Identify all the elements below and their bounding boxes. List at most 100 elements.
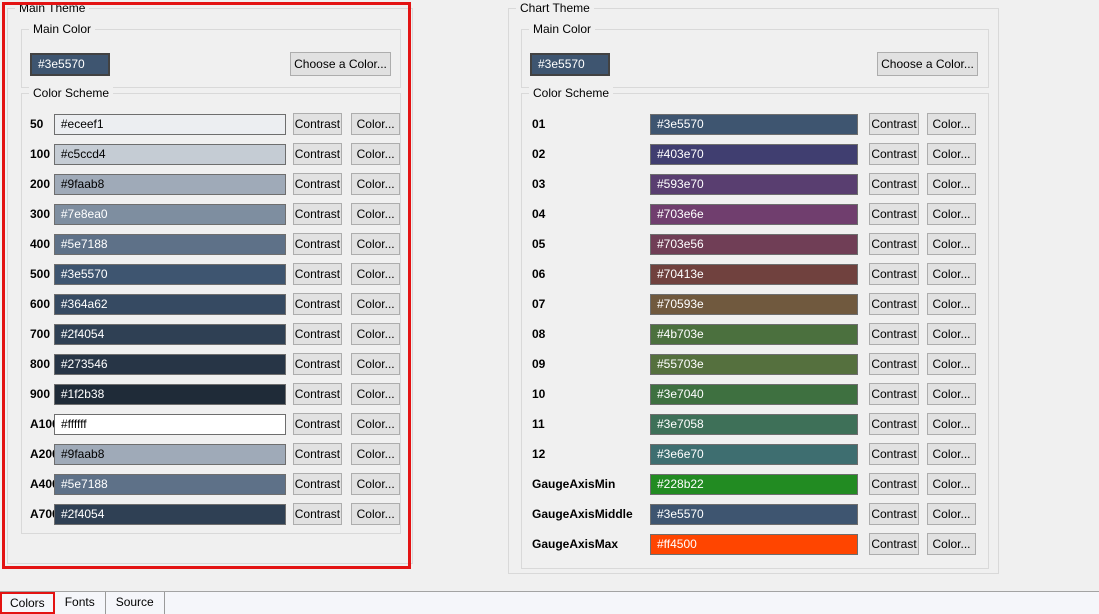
color-scheme-row: A700#2f4054ContrastColor... — [22, 499, 400, 529]
color-value-field[interactable]: #2f4054 — [54, 504, 286, 525]
contrast-button[interactable]: Contrast — [293, 443, 343, 465]
contrast-button[interactable]: Contrast — [293, 503, 343, 525]
color-button[interactable]: Color... — [351, 443, 400, 465]
contrast-button[interactable]: Contrast — [869, 473, 919, 495]
main-color-value-field[interactable]: #3e5570 — [30, 53, 110, 76]
tab-source[interactable]: Source — [106, 592, 165, 614]
color-button[interactable]: Color... — [351, 233, 400, 255]
color-scheme-row: 08#4b703eContrastColor... — [522, 319, 988, 349]
color-value-field[interactable]: #4b703e — [650, 324, 858, 345]
contrast-button[interactable]: Contrast — [869, 383, 919, 405]
contrast-button[interactable]: Contrast — [869, 413, 919, 435]
color-value-field[interactable]: #3e5570 — [650, 504, 858, 525]
color-button[interactable]: Color... — [351, 353, 400, 375]
color-button[interactable]: Color... — [927, 503, 976, 525]
color-value-field[interactable]: #3e6e70 — [650, 444, 858, 465]
contrast-button[interactable]: Contrast — [869, 203, 919, 225]
contrast-button[interactable]: Contrast — [293, 173, 343, 195]
color-button[interactable]: Color... — [927, 383, 976, 405]
contrast-button[interactable]: Contrast — [869, 443, 919, 465]
color-value-field[interactable]: #55703e — [650, 354, 858, 375]
color-button[interactable]: Color... — [351, 113, 400, 135]
color-button[interactable]: Color... — [927, 533, 976, 555]
contrast-button[interactable]: Contrast — [293, 113, 343, 135]
color-button[interactable]: Color... — [927, 473, 976, 495]
contrast-button[interactable]: Contrast — [869, 323, 919, 345]
color-button[interactable]: Color... — [351, 203, 400, 225]
color-button[interactable]: Color... — [351, 323, 400, 345]
color-value-field[interactable]: #2f4054 — [54, 324, 286, 345]
color-value-field[interactable]: #ff4500 — [650, 534, 858, 555]
color-value-field[interactable]: #7e8ea0 — [54, 204, 286, 225]
color-value-field[interactable]: #ffffff — [54, 414, 286, 435]
contrast-button[interactable]: Contrast — [869, 533, 919, 555]
color-value-field[interactable]: #3e5570 — [650, 114, 858, 135]
contrast-button[interactable]: Contrast — [869, 503, 919, 525]
color-button[interactable]: Color... — [351, 293, 400, 315]
contrast-button[interactable]: Contrast — [293, 473, 343, 495]
color-value-field[interactable]: #5e7188 — [54, 234, 286, 255]
color-value-field[interactable]: #3e7058 — [650, 414, 858, 435]
color-value-field[interactable]: #9faab8 — [54, 444, 286, 465]
color-value-field[interactable]: #593e70 — [650, 174, 858, 195]
color-button[interactable]: Color... — [927, 263, 976, 285]
color-button[interactable]: Color... — [351, 143, 400, 165]
contrast-button[interactable]: Contrast — [293, 383, 343, 405]
color-value-field[interactable]: #70413e — [650, 264, 858, 285]
color-button[interactable]: Color... — [351, 473, 400, 495]
color-scheme-row: 900#1f2b38ContrastColor... — [22, 379, 400, 409]
color-value-field[interactable]: #5e7188 — [54, 474, 286, 495]
color-button[interactable]: Color... — [927, 113, 976, 135]
color-button[interactable]: Color... — [927, 293, 976, 315]
color-button[interactable]: Color... — [927, 413, 976, 435]
color-value-field[interactable]: #eceef1 — [54, 114, 286, 135]
contrast-button[interactable]: Contrast — [869, 263, 919, 285]
color-button[interactable]: Color... — [351, 173, 400, 195]
color-value-field[interactable]: #3e5570 — [54, 264, 286, 285]
color-button[interactable]: Color... — [927, 353, 976, 375]
color-button[interactable]: Color... — [927, 203, 976, 225]
contrast-button[interactable]: Contrast — [293, 323, 343, 345]
main-color-value-field[interactable]: #3e5570 — [530, 53, 610, 76]
contrast-button[interactable]: Contrast — [293, 413, 343, 435]
contrast-button[interactable]: Contrast — [869, 353, 919, 375]
contrast-button[interactable]: Contrast — [293, 293, 343, 315]
color-value-field[interactable]: #9faab8 — [54, 174, 286, 195]
contrast-button[interactable]: Contrast — [869, 113, 919, 135]
color-button[interactable]: Color... — [351, 503, 400, 525]
color-value-field[interactable]: #228b22 — [650, 474, 858, 495]
color-value-field[interactable]: #1f2b38 — [54, 384, 286, 405]
contrast-button[interactable]: Contrast — [293, 203, 343, 225]
color-scheme-row: 600#364a62ContrastColor... — [22, 289, 400, 319]
color-value-field[interactable]: #703e56 — [650, 234, 858, 255]
color-value-field[interactable]: #70593e — [650, 294, 858, 315]
contrast-button[interactable]: Contrast — [293, 353, 343, 375]
contrast-button[interactable]: Contrast — [293, 233, 343, 255]
contrast-button[interactable]: Contrast — [869, 173, 919, 195]
color-button[interactable]: Color... — [927, 173, 976, 195]
contrast-button[interactable]: Contrast — [869, 143, 919, 165]
color-value-field[interactable]: #403e70 — [650, 144, 858, 165]
contrast-button[interactable]: Contrast — [293, 263, 343, 285]
contrast-button[interactable]: Contrast — [869, 233, 919, 255]
color-button[interactable]: Color... — [351, 383, 400, 405]
contrast-button[interactable]: Contrast — [293, 143, 343, 165]
color-button[interactable]: Color... — [927, 443, 976, 465]
color-button[interactable]: Color... — [351, 413, 400, 435]
color-value-field[interactable]: #c5ccd4 — [54, 144, 286, 165]
color-button[interactable]: Color... — [927, 323, 976, 345]
choose-color-button[interactable]: Choose a Color... — [290, 52, 391, 76]
tab-fonts[interactable]: Fonts — [55, 592, 106, 614]
color-value-field[interactable]: #364a62 — [54, 294, 286, 315]
color-value-field[interactable]: #3e7040 — [650, 384, 858, 405]
choose-color-button[interactable]: Choose a Color... — [877, 52, 978, 76]
color-button[interactable]: Color... — [351, 263, 400, 285]
color-value-field[interactable]: #703e6e — [650, 204, 858, 225]
color-button[interactable]: Color... — [927, 143, 976, 165]
color-value-field[interactable]: #273546 — [54, 354, 286, 375]
color-scheme-row-label: GaugeAxisMiddle — [532, 507, 650, 521]
contrast-button[interactable]: Contrast — [869, 293, 919, 315]
tab-colors[interactable]: Colors — [0, 592, 55, 614]
color-scheme-row-label: 09 — [532, 357, 650, 371]
color-button[interactable]: Color... — [927, 233, 976, 255]
